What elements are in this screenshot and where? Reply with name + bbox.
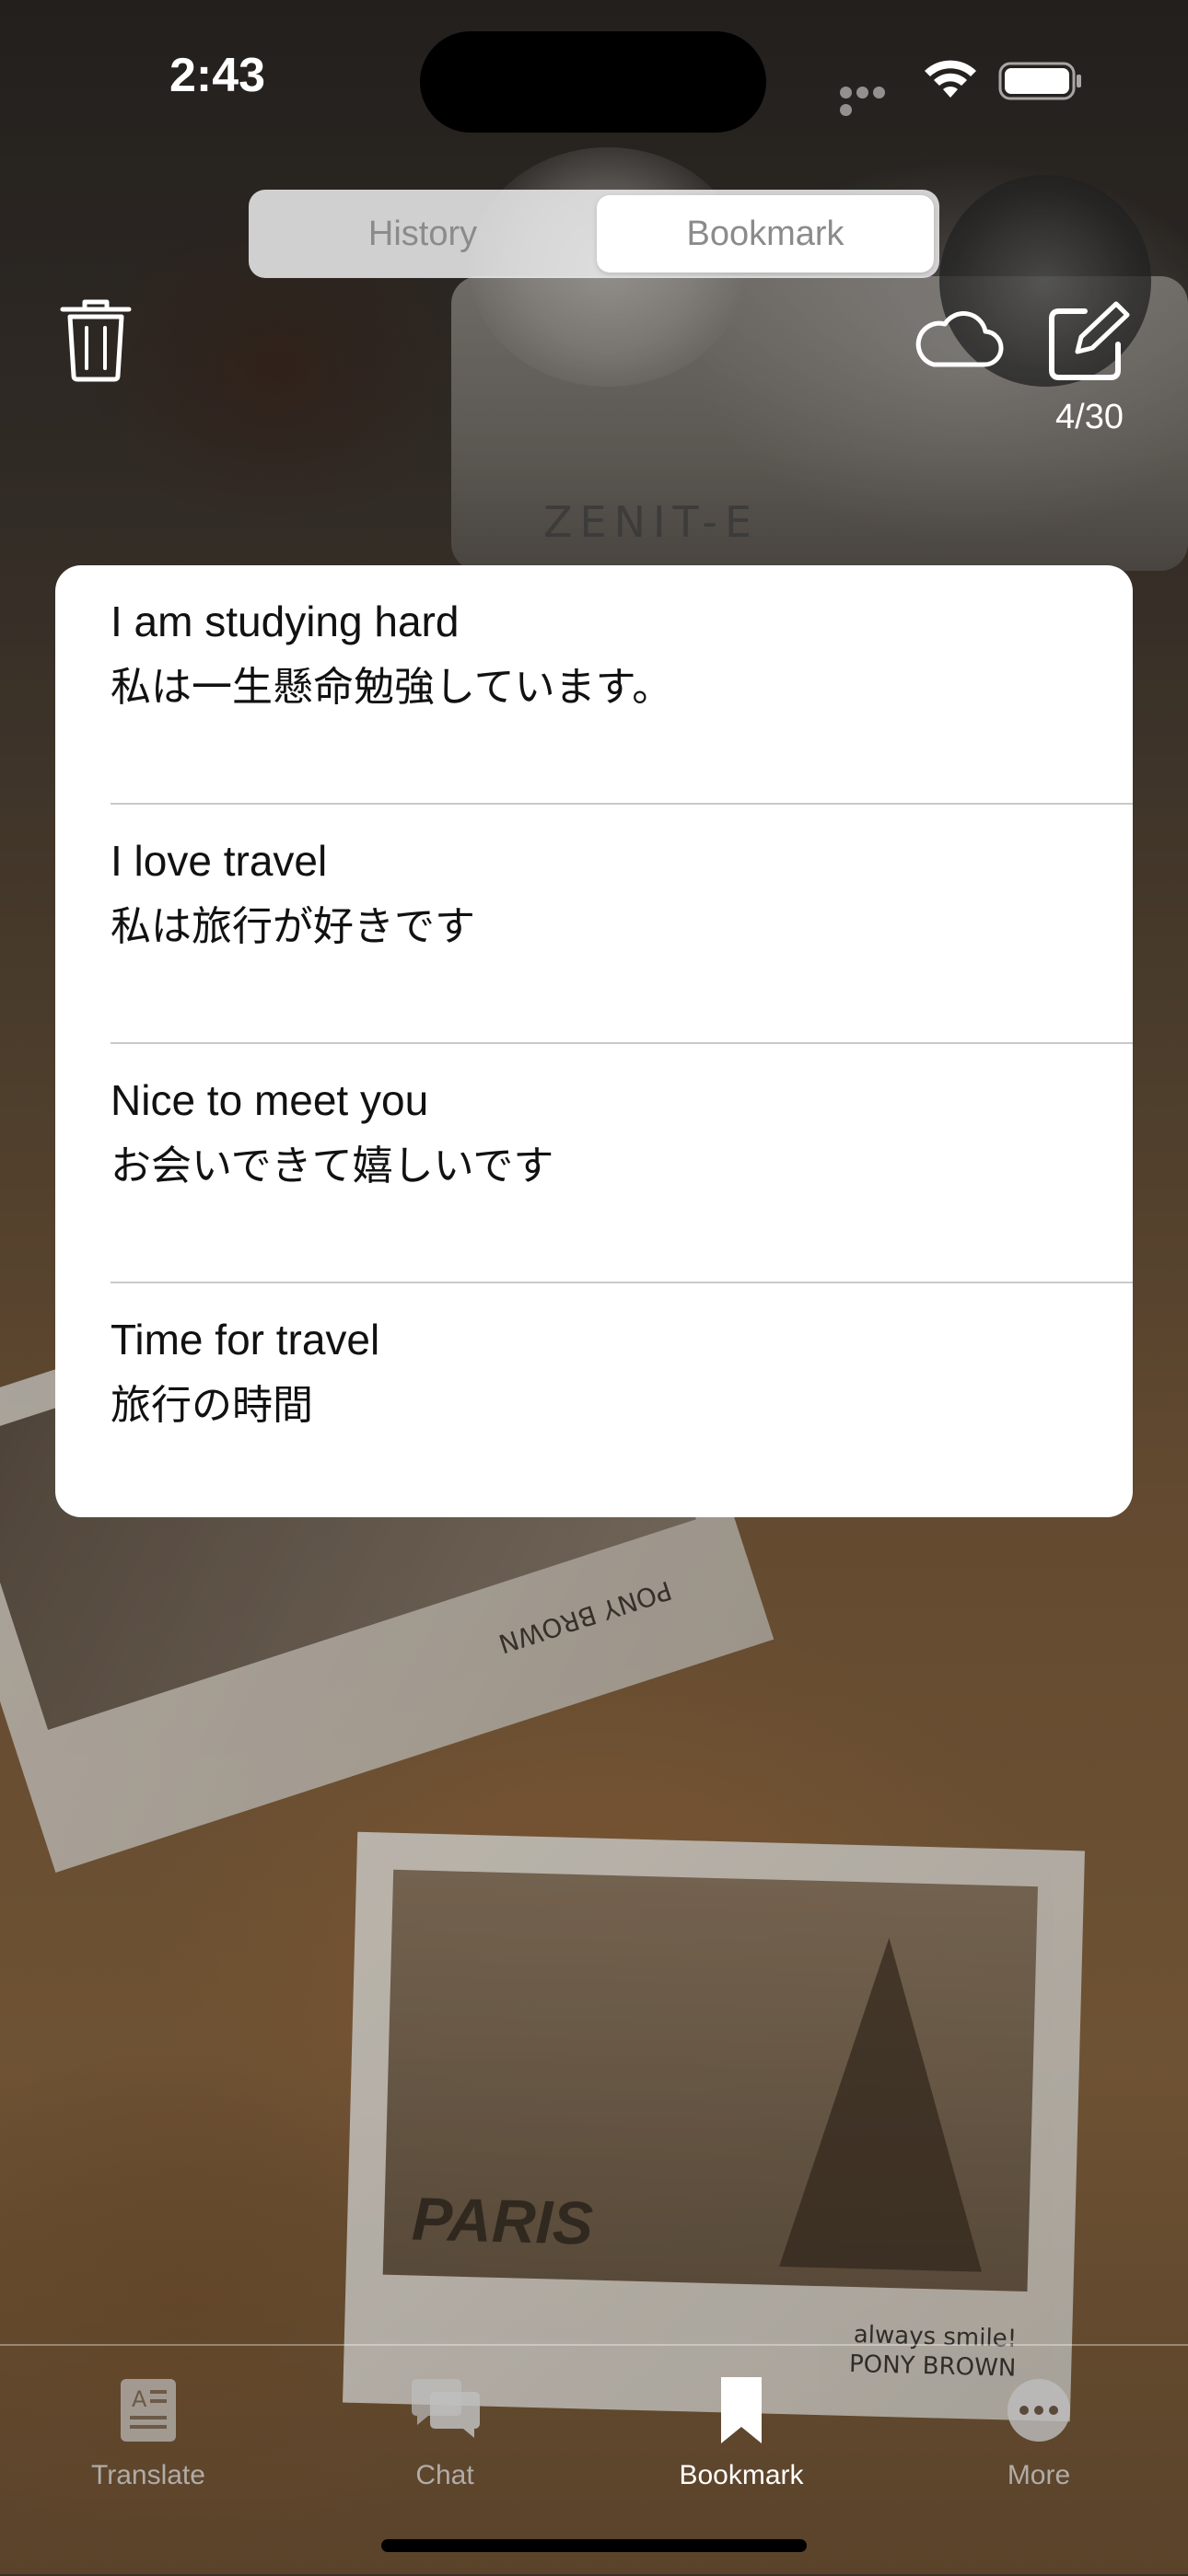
compose-icon[interactable]: [1042, 298, 1131, 387]
tab-bookmark[interactable]: Bookmark: [635, 2364, 847, 2502]
history-bookmark-segmented-control: History Bookmark: [249, 190, 939, 278]
tab-bookmark-label: Bookmark: [679, 2460, 804, 2490]
bookmark-list-item[interactable]: Time for travel 旅行の時間: [55, 1283, 1133, 1517]
more-icon: [1007, 2379, 1070, 2442]
dynamic-island: [420, 31, 766, 133]
bookmark-source-text: I love travel: [111, 837, 328, 885]
bookmark-icon: [721, 2377, 762, 2443]
cloud-icon[interactable]: [912, 304, 1004, 374]
wifi-icon: [925, 60, 976, 98]
tab-chat[interactable]: Chat: [339, 2364, 551, 2502]
bookmark-translation-text: 私は旅行が好きです: [111, 903, 475, 950]
status-bar: 2:43: [0, 0, 1188, 157]
segment-history[interactable]: History: [254, 195, 591, 273]
translate-icon: A: [121, 2379, 176, 2442]
bookmark-translation-text: お会いできて嬉しいです: [111, 1143, 554, 1189]
tab-more-label: More: [1007, 2460, 1071, 2490]
svg-text:A: A: [132, 2386, 147, 2412]
bookmark-source-text: Nice to meet you: [111, 1076, 429, 1124]
bookmark-source-text: I am studying hard: [111, 598, 460, 645]
bookmark-source-text: Time for travel: [111, 1316, 380, 1363]
trash-icon[interactable]: [57, 296, 134, 383]
bookmark-list: I am studying hard 私は一生懸命勉強しています。 I love…: [55, 565, 1133, 1517]
tab-translate-label: Translate: [91, 2460, 205, 2490]
bookmark-count-label: 4/30: [1055, 398, 1124, 436]
bookmark-list-item[interactable]: I love travel 私は旅行が好きです: [55, 805, 1133, 1042]
tab-more[interactable]: More: [933, 2364, 1145, 2502]
bookmark-list-item[interactable]: I am studying hard 私は一生懸命勉強しています。: [55, 565, 1133, 803]
chat-bubbles-icon: [412, 2379, 480, 2438]
tab-chat-label: Chat: [415, 2460, 474, 2490]
tab-translate[interactable]: A Translate: [42, 2364, 254, 2502]
bookmark-translation-text: 旅行の時間: [111, 1382, 313, 1429]
bookmark-translation-text: 私は一生懸命勉強しています。: [111, 664, 673, 711]
battery-icon: [998, 62, 1081, 100]
cellular-signal-icon: [840, 85, 904, 116]
segment-bookmark[interactable]: Bookmark: [597, 195, 934, 273]
home-indicator: [381, 2539, 807, 2552]
status-time: 2:43: [169, 49, 266, 102]
bookmark-list-item[interactable]: Nice to meet you お会いできて嬉しいです: [55, 1044, 1133, 1282]
